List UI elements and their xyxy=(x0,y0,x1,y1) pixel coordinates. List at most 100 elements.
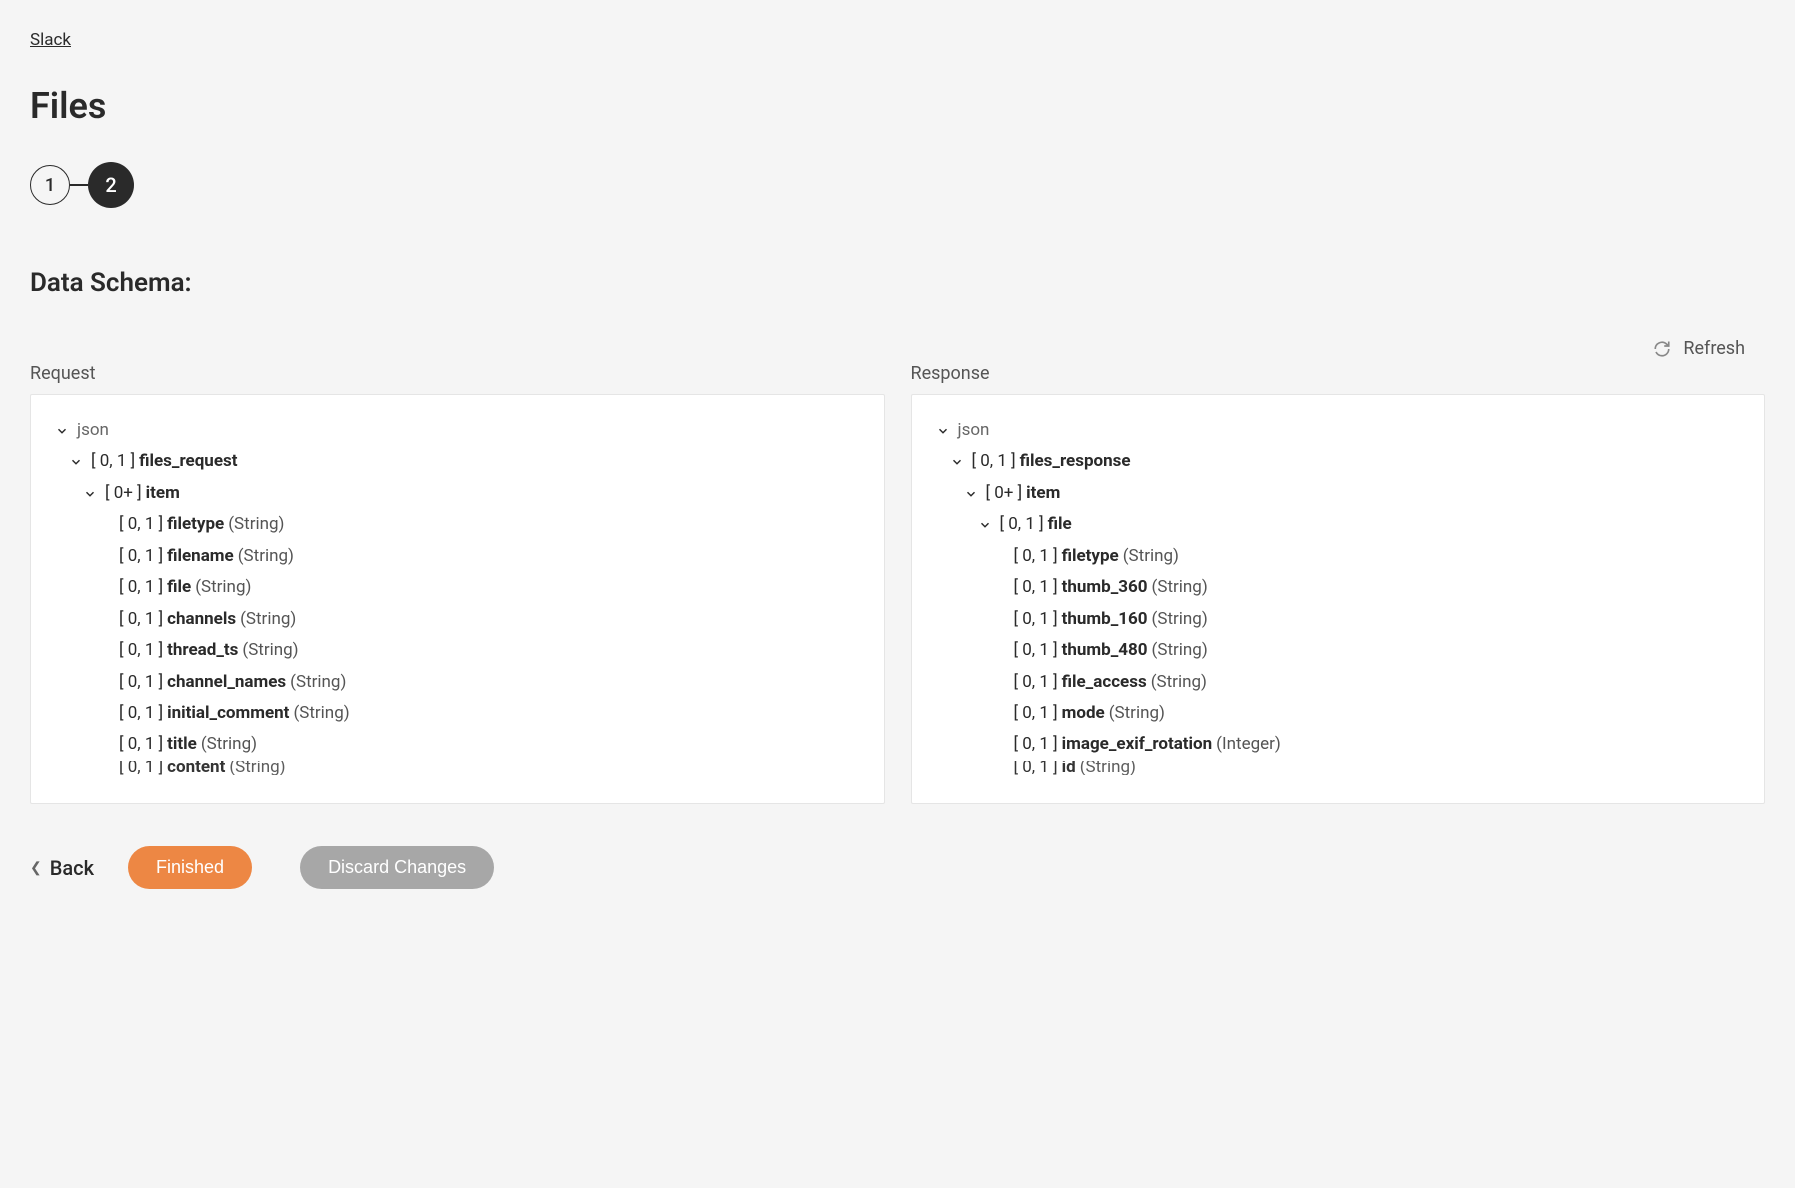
back-button[interactable]: ❮ Back xyxy=(30,856,94,880)
refresh-button[interactable]: Refresh xyxy=(30,338,1765,359)
tree-node[interactable]: [ 0, 1 ] id (String) xyxy=(936,761,1741,775)
step-2[interactable]: 2 xyxy=(88,162,134,208)
breadcrumb-link[interactable]: Slack xyxy=(30,30,71,50)
field-name: title xyxy=(167,729,197,760)
type-label: (String) xyxy=(1151,667,1207,698)
cardinality-label: [ 0, 1 ] xyxy=(1014,541,1058,572)
cardinality-label: [ 0, 1 ] xyxy=(1014,667,1058,698)
field-name: item xyxy=(146,478,180,509)
tree-node[interactable]: [ 0+ ] item xyxy=(936,478,1741,509)
cardinality-label: [ 0, 1 ] xyxy=(1014,572,1058,603)
type-label: (String) xyxy=(1080,761,1136,775)
field-name: thumb_360 xyxy=(1062,572,1148,603)
type-label: (String) xyxy=(229,761,285,775)
type-label: (String) xyxy=(201,729,257,760)
cardinality-label: [ 0, 1 ] xyxy=(119,635,163,666)
tree-node[interactable]: [ 0, 1 ] channel_names (String) xyxy=(55,667,860,698)
cardinality-label: [ 0, 1 ] xyxy=(119,509,163,540)
tree-node[interactable]: [ 0, 1 ] image_exif_rotation (Integer) xyxy=(936,729,1741,760)
tree-node[interactable]: [ 0, 1 ] filetype (String) xyxy=(55,509,860,540)
cardinality-label: [ 0, 1 ] xyxy=(119,604,163,635)
step-1[interactable]: 1 xyxy=(30,165,70,205)
cardinality-label: [ 0, 1 ] xyxy=(1014,729,1058,760)
type-label: (String) xyxy=(228,509,284,540)
cardinality-label: [ 0, 1 ] xyxy=(1014,761,1058,775)
field-name: image_exif_rotation xyxy=(1062,729,1213,760)
type-label: (Integer) xyxy=(1216,729,1281,760)
tree-node[interactable]: [ 0, 1 ] channels (String) xyxy=(55,604,860,635)
cardinality-label: [ 0, 1 ] xyxy=(91,446,135,477)
field-name: filetype xyxy=(167,509,224,540)
type-label: (String) xyxy=(1109,698,1165,729)
response-panel: json[ 0, 1 ] files_response[ 0+ ] item[ … xyxy=(911,394,1766,804)
field-name: content xyxy=(167,761,225,775)
tree-node[interactable]: [ 0+ ] item xyxy=(55,478,860,509)
field-name: thread_ts xyxy=(167,635,238,666)
response-header: Response xyxy=(911,363,1766,384)
field-name: files_response xyxy=(1020,446,1131,477)
tree-node[interactable]: [ 0, 1 ] files_request xyxy=(55,446,860,477)
type-label: (String) xyxy=(238,541,294,572)
step-connector xyxy=(70,184,88,186)
chevron-down-icon[interactable] xyxy=(83,487,97,501)
field-name: filename xyxy=(167,541,234,572)
chevron-down-icon[interactable] xyxy=(950,455,964,469)
tree-node-root[interactable]: json xyxy=(55,415,860,446)
request-panel: json[ 0, 1 ] files_request[ 0+ ] item[ 0… xyxy=(30,394,885,804)
cardinality-label: [ 0, 1 ] xyxy=(1000,509,1044,540)
cardinality-label: [ 0, 1 ] xyxy=(119,667,163,698)
type-label: (String) xyxy=(242,635,298,666)
cardinality-label: [ 0+ ] xyxy=(105,478,142,509)
type-label: (String) xyxy=(1152,572,1208,603)
field-name: mode xyxy=(1062,698,1105,729)
field-name: id xyxy=(1062,761,1076,775)
type-label: (String) xyxy=(195,572,251,603)
field-name: files_request xyxy=(139,446,237,477)
tree-node[interactable]: [ 0, 1 ] initial_comment (String) xyxy=(55,698,860,729)
type-label: (String) xyxy=(290,667,346,698)
tree-node[interactable]: [ 0, 1 ] title (String) xyxy=(55,729,860,760)
tree-node[interactable]: [ 0, 1 ] filename (String) xyxy=(55,541,860,572)
field-name: initial_comment xyxy=(167,698,289,729)
cardinality-label: [ 0, 1 ] xyxy=(1014,698,1058,729)
cardinality-label: [ 0, 1 ] xyxy=(1014,604,1058,635)
field-name: file_access xyxy=(1062,667,1147,698)
type-label: (String) xyxy=(1152,635,1208,666)
tree-node[interactable]: [ 0, 1 ] files_response xyxy=(936,446,1741,477)
chevron-down-icon[interactable] xyxy=(978,518,992,532)
cardinality-label: [ 0, 1 ] xyxy=(972,446,1016,477)
chevron-down-icon[interactable] xyxy=(936,424,950,438)
finished-button[interactable]: Finished xyxy=(128,846,252,889)
cardinality-label: [ 0, 1 ] xyxy=(119,698,163,729)
tree-node[interactable]: [ 0, 1 ] thumb_480 (String) xyxy=(936,635,1741,666)
tree-node[interactable]: [ 0, 1 ] file (String) xyxy=(55,572,860,603)
stepper: 1 2 xyxy=(30,162,1765,208)
type-label: (String) xyxy=(293,698,349,729)
cardinality-label: [ 0, 1 ] xyxy=(119,541,163,572)
tree-node[interactable]: [ 0, 1 ] filetype (String) xyxy=(936,541,1741,572)
tree-node-root[interactable]: json xyxy=(936,415,1741,446)
tree-node[interactable]: [ 0, 1 ] file xyxy=(936,509,1741,540)
cardinality-label: [ 0, 1 ] xyxy=(119,572,163,603)
request-header: Request xyxy=(30,363,885,384)
tree-node[interactable]: [ 0, 1 ] thread_ts (String) xyxy=(55,635,860,666)
discard-changes-button[interactable]: Discard Changes xyxy=(300,846,494,889)
tree-node-label: json xyxy=(958,415,990,446)
field-name: item xyxy=(1026,478,1060,509)
cardinality-label: [ 0, 1 ] xyxy=(119,761,163,775)
field-name: channel_names xyxy=(167,667,286,698)
tree-node[interactable]: [ 0, 1 ] thumb_360 (String) xyxy=(936,572,1741,603)
refresh-label: Refresh xyxy=(1683,338,1745,359)
type-label: (String) xyxy=(1123,541,1179,572)
chevron-down-icon[interactable] xyxy=(964,487,978,501)
cardinality-label: [ 0, 1 ] xyxy=(1014,635,1058,666)
tree-node[interactable]: [ 0, 1 ] content (String) xyxy=(55,761,860,775)
chevron-down-icon[interactable] xyxy=(69,455,83,469)
chevron-down-icon[interactable] xyxy=(55,424,69,438)
tree-node[interactable]: [ 0, 1 ] mode (String) xyxy=(936,698,1741,729)
page-title: Files xyxy=(30,85,1765,127)
tree-node[interactable]: [ 0, 1 ] thumb_160 (String) xyxy=(936,604,1741,635)
back-label: Back xyxy=(50,856,94,880)
type-label: (String) xyxy=(240,604,296,635)
tree-node[interactable]: [ 0, 1 ] file_access (String) xyxy=(936,667,1741,698)
